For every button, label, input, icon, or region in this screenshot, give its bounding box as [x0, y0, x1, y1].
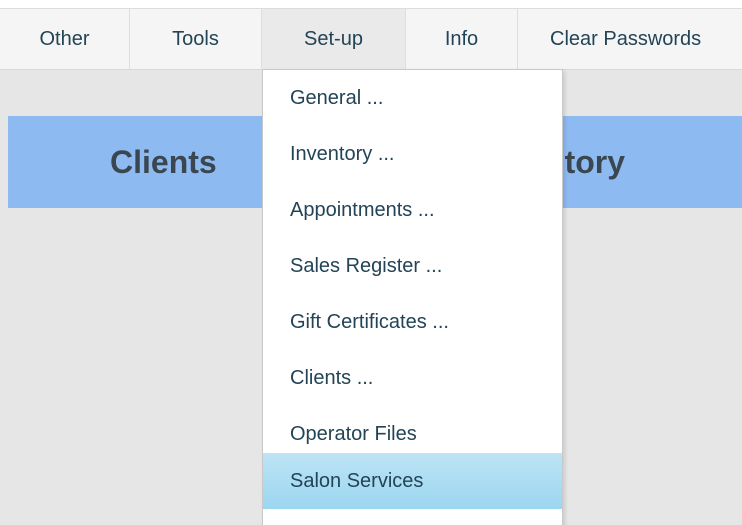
menu-item-gift-certificates[interactable]: Gift Certificates ... [263, 294, 562, 350]
menu-tab-other[interactable]: Other [0, 9, 129, 70]
menu-item-general[interactable]: General ... [263, 70, 562, 126]
menu-item-salon-services[interactable]: Salon Services [263, 453, 562, 509]
menu-item-appointments[interactable]: Appointments ... [263, 182, 562, 238]
menu-item-inventory[interactable]: Inventory ... [263, 126, 562, 182]
menu-tab-info[interactable]: Info [405, 9, 517, 70]
menu-tab-tools[interactable]: Tools [129, 9, 261, 70]
window-top-strip [0, 0, 742, 8]
setup-dropdown-menu: General ... Inventory ... Appointments .… [262, 69, 563, 525]
menu-bar: Other Tools Set-up Info Clear Passwords [0, 8, 742, 70]
menu-tab-setup[interactable]: Set-up [261, 9, 405, 70]
module-clients-button[interactable]: Clients [110, 116, 217, 208]
menu-item-clients[interactable]: Clients ... [263, 350, 562, 406]
menu-tab-clear-passwords[interactable]: Clear Passwords [517, 9, 742, 70]
menu-item-sales-register[interactable]: Sales Register ... [263, 238, 562, 294]
